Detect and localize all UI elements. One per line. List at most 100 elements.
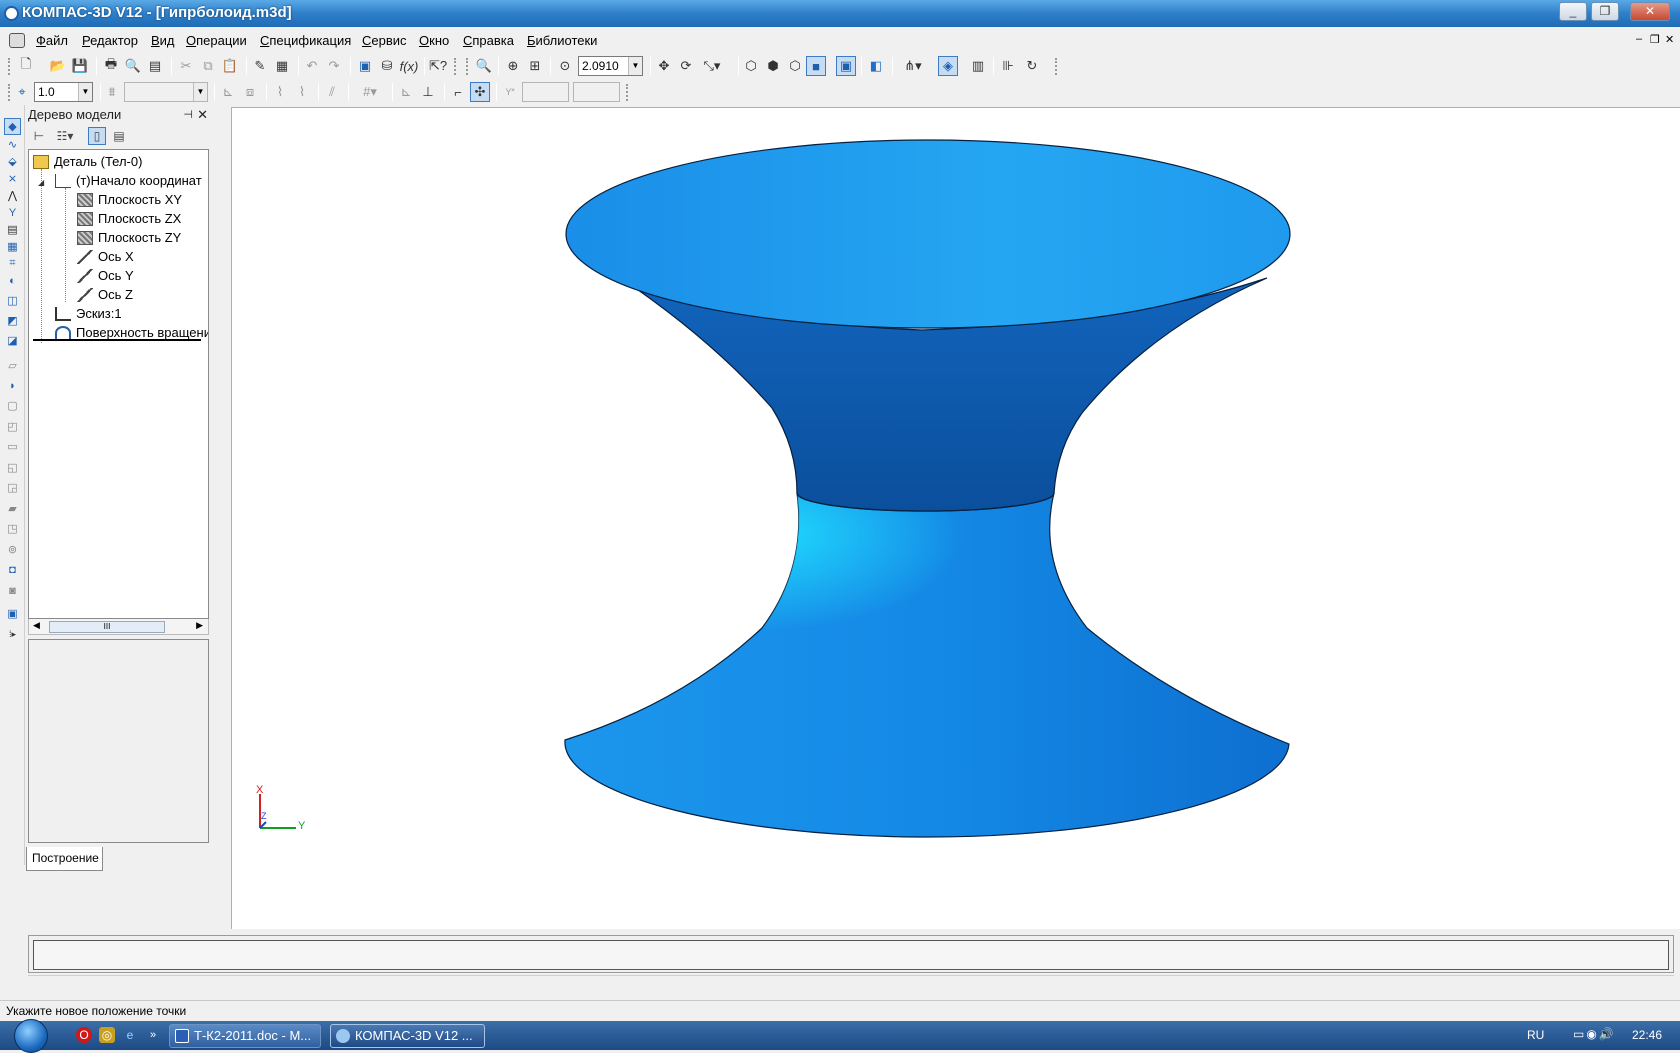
tree-node-plane-xy[interactable]: Плоскость XY [77,191,182,209]
menu-operations[interactable]: Операции [186,33,247,48]
tree-bookmark-icon[interactable]: ▯ [88,127,106,145]
rotate-icon[interactable]: ⟳ [676,56,696,76]
display-mode-icon[interactable]: ◈ [938,56,958,76]
axes-icon[interactable]: ⊥ [418,82,438,102]
coord-x-field[interactable] [522,82,569,102]
measure-icon[interactable]: ⌗ [4,255,21,272]
aux-geometry-icon[interactable]: ⬙ [4,153,21,170]
split-icon[interactable]: ◙ [4,582,21,599]
parameters-field[interactable] [33,940,1669,970]
panel-close-icon[interactable]: ✕ [197,105,208,125]
tree-structure-icon[interactable]: ⊢ [30,127,48,145]
spec-icon[interactable]: ▤ [4,221,21,238]
zoom-scale-select[interactable]: 2.0910 ▼ [578,56,643,76]
tree-node-axis-z[interactable]: Ось Z [77,286,133,304]
layer-icon[interactable]: ⩩ [102,82,122,102]
ie-icon[interactable]: e [122,1027,138,1043]
start-button[interactable] [14,1019,48,1053]
hidden-lines-icon[interactable]: ⬢ [763,56,783,76]
quicklaunch-overflow-icon[interactable]: » [145,1027,161,1043]
hole-icon[interactable]: ⊚ [4,541,21,558]
scroll-right-icon[interactable]: ▶ [196,620,203,631]
tree-node-part[interactable]: Деталь (Тел-0) [33,153,142,171]
fillet-icon[interactable]: ▢ [4,397,21,414]
copy-icon[interactable]: ⧉ [198,56,218,76]
orient-icon[interactable]: ⧈ [240,82,260,102]
planes-icon[interactable]: ⨯ [4,170,21,187]
print-icon[interactable]: 🖶 [101,56,121,76]
tree-view-mode-icon[interactable]: ☷▾ [52,127,78,145]
rebuild-icon[interactable]: ↻ [1022,56,1042,76]
menu-file[interactable]: Файл [36,33,68,48]
cursor-step-select[interactable]: 1.0 ▼ [34,82,93,102]
minimize-button[interactable]: _ [1559,2,1587,21]
snap-active-icon[interactable]: ✣ [470,82,490,102]
format-painter-icon[interactable]: ✎ [250,56,270,76]
menu-libraries[interactable]: Библиотеки [527,33,597,48]
tree-node-axis-x[interactable]: Ось X [77,248,134,266]
tab-construction[interactable]: Построение [26,847,103,871]
print-preview-icon[interactable]: 🔍 [123,56,143,76]
rotate-op-icon[interactable]: ◩ [4,312,21,329]
system-tray-icons[interactable]: ▭◉🔊 [1573,1027,1616,1041]
pan-icon[interactable]: ✥ [654,56,674,76]
wireframe-icon[interactable]: ⬡ [741,56,761,76]
grid-icon[interactable]: #▾ [355,82,385,102]
tree-list-icon[interactable]: ▤ [110,127,128,145]
measure-icon[interactable]: ⊪ [998,56,1018,76]
restore-button[interactable]: ❐ [1591,2,1619,21]
filter-icon[interactable]: ⋔▾ [898,56,928,76]
thread-icon[interactable]: ◘ [4,561,21,578]
taskbar-word-document[interactable]: Т-К2-2011.doc - M... [169,1024,321,1048]
menu-help[interactable]: Справка [463,33,514,48]
chamfer-icon[interactable]: ◰ [4,418,21,435]
tree-horizontal-scrollbar[interactable]: ◀ III ▶ [28,619,209,635]
local-cs-icon[interactable]: ⊾ [218,82,238,102]
scroll-thumb[interactable]: III [49,621,165,633]
edit-part-icon[interactable]: ◆ [4,118,21,135]
orientation-icon[interactable]: ⤡▾ [698,56,726,76]
toolbar-grip[interactable] [8,58,12,75]
zoom-icon[interactable]: ⊙ [555,56,575,76]
tree-node-axis-y[interactable]: Ось Y [77,267,134,285]
close-button[interactable]: ✕ [1630,2,1670,21]
extrude-icon[interactable]: ◫ [4,292,21,309]
menu-view[interactable]: Вид [151,33,175,48]
hidden-thin-icon[interactable]: ⬡ [785,56,805,76]
cs-icon[interactable]: ⊾ [396,82,416,102]
save-icon[interactable]: 💾 [70,56,90,76]
library-icon[interactable]: ▣ [4,605,21,622]
library-manager-icon[interactable]: ⛁ [377,56,397,76]
expand-panel-icon[interactable]: ⁞▸ [4,626,21,643]
title-bar[interactable]: КОМПАС-3D V12 - [Гипрболоид.m3d] _ ❐ ✕ [0,0,1680,27]
layer-select[interactable]: ▼ [124,82,208,102]
shaded-edges-icon[interactable]: ▣ [836,56,856,76]
kinematic-icon[interactable]: ◪ [4,332,21,349]
tree-node-plane-zy[interactable]: Плоскость ZY [77,229,181,247]
toolbar-grip[interactable] [454,58,458,75]
round-icon[interactable]: ⌐ [448,82,468,102]
perspective-icon[interactable]: ◧ [866,56,886,76]
new-document-icon[interactable]: 🗋 [16,56,36,76]
app-icon[interactable]: ◎ [99,1027,115,1043]
mdi-minimize-button[interactable]: ‒ [1636,33,1642,45]
report-icon[interactable]: ▦ [4,238,21,255]
cut-icon[interactable]: ✂ [176,56,196,76]
paste-icon[interactable]: 📋 [220,56,240,76]
mirror-icon[interactable]: ◳ [4,520,21,537]
scroll-left-icon[interactable]: ◀ [33,620,40,631]
menu-edit[interactable]: Редактор [82,33,138,48]
menu-window[interactable]: Окно [419,33,449,48]
clock[interactable]: 22:46 [1632,1028,1662,1042]
toolbar-grip[interactable] [626,84,630,101]
shell-icon[interactable]: ▭ [4,438,21,455]
function-fx-icon[interactable]: f(x) [399,56,419,76]
surfaces-icon[interactable]: ◐ [4,272,21,289]
model-tree[interactable]: ◢ Деталь (Тел-0) (т)Начало координат Пло… [28,149,209,619]
tree-node-plane-zx[interactable]: Плоскость ZX [77,210,181,228]
chevron-down-icon[interactable]: ▼ [628,57,642,75]
zoom-window-icon[interactable]: 🔍 [474,56,494,76]
selection-manager-icon[interactable]: ▥ [968,56,988,76]
filters-icon[interactable]: Y [4,204,21,221]
manager-icon[interactable]: ▣ [355,56,375,76]
